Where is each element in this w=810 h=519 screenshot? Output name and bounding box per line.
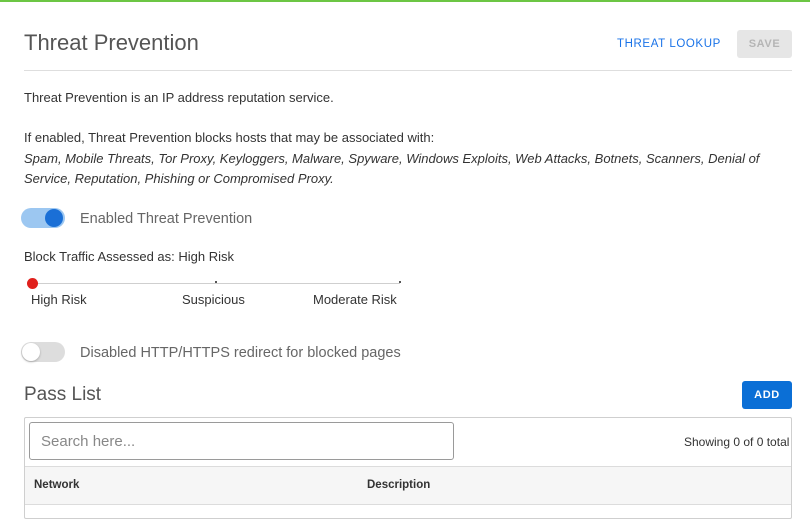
column-header-description[interactable]: Description — [367, 479, 430, 491]
search-input[interactable] — [29, 422, 454, 460]
showing-count: Showing 0 of 0 total — [684, 435, 790, 449]
slider-tick-moderate — [399, 281, 401, 283]
service-description: Threat Prevention is an IP address reput… — [24, 90, 334, 105]
slider-tick-suspicious — [215, 281, 217, 283]
page-title: Threat Prevention — [24, 30, 199, 55]
risk-slider-track[interactable] — [32, 283, 400, 284]
block-traffic-label: Block Traffic Assessed as: High Risk — [24, 249, 235, 264]
enable-threat-prevention-toggle[interactable] — [21, 208, 65, 228]
toggle-knob — [45, 209, 63, 227]
redirect-toggle[interactable] — [21, 342, 65, 362]
column-header-network[interactable]: Network — [34, 479, 79, 491]
add-button[interactable]: ADD — [742, 381, 792, 409]
top-accent-bar — [0, 0, 810, 2]
slider-label-moderate-risk: Moderate Risk — [313, 292, 397, 307]
toggle-knob — [22, 343, 40, 361]
save-button[interactable]: SAVE — [737, 30, 792, 58]
enable-threat-prevention-label: Enabled Threat Prevention — [80, 211, 253, 227]
redirect-toggle-label: Disabled HTTP/HTTPS redirect for blocked… — [80, 345, 401, 361]
slider-label-suspicious: Suspicious — [182, 292, 245, 307]
slider-label-high-risk: High Risk — [31, 292, 87, 307]
threat-lookup-link[interactable]: THREAT LOOKUP — [617, 38, 721, 50]
threats-list: Spam, Mobile Threats, Tor Proxy, Keylogg… — [24, 151, 760, 186]
risk-slider-thumb[interactable] — [27, 278, 38, 289]
threats-intro: If enabled, Threat Prevention blocks hos… — [24, 130, 435, 145]
pass-list-title: Pass List — [24, 384, 102, 405]
header-divider — [24, 70, 792, 71]
